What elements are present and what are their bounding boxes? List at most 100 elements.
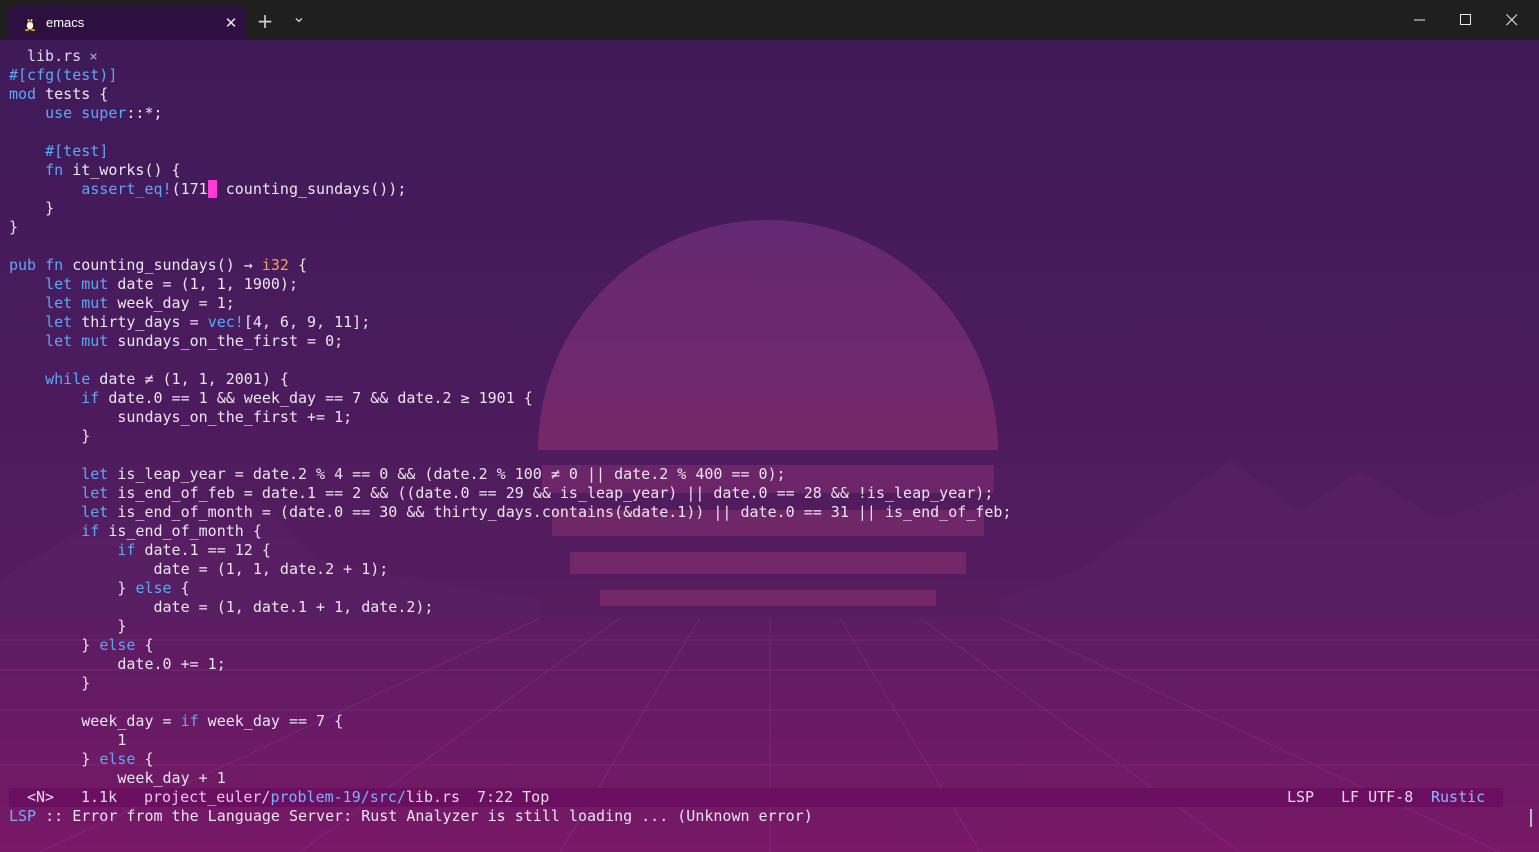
code-line[interactable]: let is_leap_year = date.2 % 4 == 0 && (d… [9, 465, 1011, 484]
code-token: pub [9, 256, 37, 274]
tab-dropdown-button[interactable]: ⌄ [288, 6, 310, 28]
evil-state: <N> [27, 788, 55, 806]
code-line[interactable]: week_day + 1 [9, 769, 1011, 788]
code-token: date.0 == 1 && week_day == 7 && date.2 ≥… [99, 389, 533, 407]
code-line[interactable]: if is_end_of_month { [9, 522, 1011, 541]
code-token: i32 [261, 256, 289, 274]
code-token: } [9, 636, 100, 654]
code-token: week_day = 1; [108, 294, 235, 312]
buffer-close-icon[interactable]: × [89, 49, 97, 65]
code-line[interactable]: let mut date = (1, 1, 1900); [9, 275, 1011, 294]
code-line[interactable]: if date.1 == 12 { [9, 541, 1011, 560]
code-line[interactable] [9, 693, 1011, 712]
code-token: 1 [9, 731, 127, 749]
code-line[interactable]: date.0 += 1; [9, 655, 1011, 674]
code-token: if [81, 522, 100, 540]
code-token: is_end_of_month { [99, 522, 262, 540]
code-line[interactable]: fn it_works() { [9, 161, 1011, 180]
code-line[interactable]: } [9, 427, 1011, 446]
code-line[interactable]: #[cfg(test)] [9, 66, 1011, 85]
code-token: } [9, 218, 19, 236]
code-token: (171 [171, 180, 208, 198]
code-line[interactable]: } [9, 674, 1011, 693]
code-line[interactable]: week_day = if week_day == 7 { [9, 712, 1011, 731]
code-token: mod [9, 85, 37, 103]
major-mode[interactable]: Rustic [1431, 788, 1485, 807]
code-line[interactable]: let is_end_of_month = (date.0 == 30 && t… [9, 503, 1011, 522]
buffer-tab[interactable]: lib.rs × [27, 47, 98, 66]
minimize-button[interactable] [1397, 0, 1443, 40]
code-token: if [117, 541, 136, 559]
code-token: let [81, 465, 109, 483]
code-token: sundays_on_the_first = 0; [108, 332, 344, 350]
code-line[interactable]: sundays_on_the_first += 1; [9, 408, 1011, 427]
code-line[interactable]: } else { [9, 636, 1011, 655]
code-buffer[interactable]: #[cfg(test)] mod tests { use super::*; #[… [9, 66, 1011, 788]
code-token: week_day = [9, 712, 181, 730]
code-line[interactable]: 1 [9, 731, 1011, 750]
code-line[interactable]: mod tests { [9, 85, 1011, 104]
code-line[interactable]: } [9, 218, 1011, 237]
code-line[interactable]: } [9, 617, 1011, 636]
code-token: counting_sundays()); [216, 180, 407, 198]
code-token: date ≠ (1, 1, 2001) { [90, 370, 289, 388]
lsp-indicator[interactable]: LSP [1287, 788, 1314, 807]
maximize-button[interactable] [1443, 0, 1489, 40]
echo-message: :: Error from the Language Server: Rust … [36, 807, 813, 825]
code-token: thirty_days = [72, 313, 208, 331]
terminal-tab[interactable]: emacs ✕ [8, 6, 246, 40]
code-line[interactable] [9, 123, 1011, 142]
code-line[interactable]: #[test] [9, 142, 1011, 161]
code-line[interactable]: pub fn counting_sundays() → i32 { [9, 256, 1011, 275]
code-line[interactable]: date = (1, date.1 + 1, date.2); [9, 598, 1011, 617]
code-line[interactable]: use super::*; [9, 104, 1011, 123]
code-line[interactable]: let thirty_days = vec![4, 6, 9, 11]; [9, 313, 1011, 332]
code-token: let [45, 275, 73, 293]
code-line[interactable]: } else { [9, 750, 1011, 769]
new-tab-button[interactable]: + [254, 10, 276, 32]
encoding-indicator[interactable]: LF UTF-8 [1341, 788, 1413, 807]
code-line[interactable]: } else { [9, 579, 1011, 598]
code-line[interactable]: let is_end_of_feb = date.1 == 2 && ((dat… [9, 484, 1011, 503]
code-line[interactable]: while date ≠ (1, 1, 2001) { [9, 370, 1011, 389]
code-line[interactable] [9, 237, 1011, 256]
code-token: super [81, 104, 127, 122]
code-token: let [81, 484, 109, 502]
code-line[interactable]: if date.0 == 1 && week_day == 7 && date.… [9, 389, 1011, 408]
code-line[interactable]: let mut week_day = 1; [9, 294, 1011, 313]
code-token: let [81, 503, 109, 521]
code-token: date.1 == 12 { [135, 541, 271, 559]
minibuffer-caret [1530, 809, 1532, 827]
title-bar: emacs ✕ + ⌄ [0, 0, 1539, 40]
code-line[interactable]: } [9, 199, 1011, 218]
echo-area[interactable]: LSP :: Error from the Language Server: R… [9, 807, 813, 826]
code-token: use [45, 104, 73, 122]
code-line[interactable] [9, 446, 1011, 465]
code-token: vec! [207, 313, 244, 331]
code-token: if [81, 389, 100, 407]
emacs-editor[interactable]: lib.rs × #[cfg(test)] mod tests { use supe… [0, 40, 1539, 852]
buffer-name: lib.rs [27, 47, 82, 65]
tab-close-icon[interactable]: ✕ [222, 14, 240, 32]
close-window-button[interactable] [1489, 0, 1535, 40]
code-token: is_leap_year = date.2 % 4 == 0 && (date.… [108, 465, 786, 483]
code-line[interactable]: assert_eq!(171, counting_sundays()); [9, 180, 1011, 199]
code-token: else [99, 636, 136, 654]
code-token: { [135, 636, 154, 654]
code-token: } [9, 750, 100, 768]
text-cursor: , [207, 180, 217, 198]
code-line[interactable]: let mut sundays_on_the_first = 0; [9, 332, 1011, 351]
code-line[interactable] [9, 351, 1011, 370]
code-line[interactable]: date = (1, 1, date.2 + 1); [9, 560, 1011, 579]
path-project: project_euler/ [144, 788, 271, 806]
